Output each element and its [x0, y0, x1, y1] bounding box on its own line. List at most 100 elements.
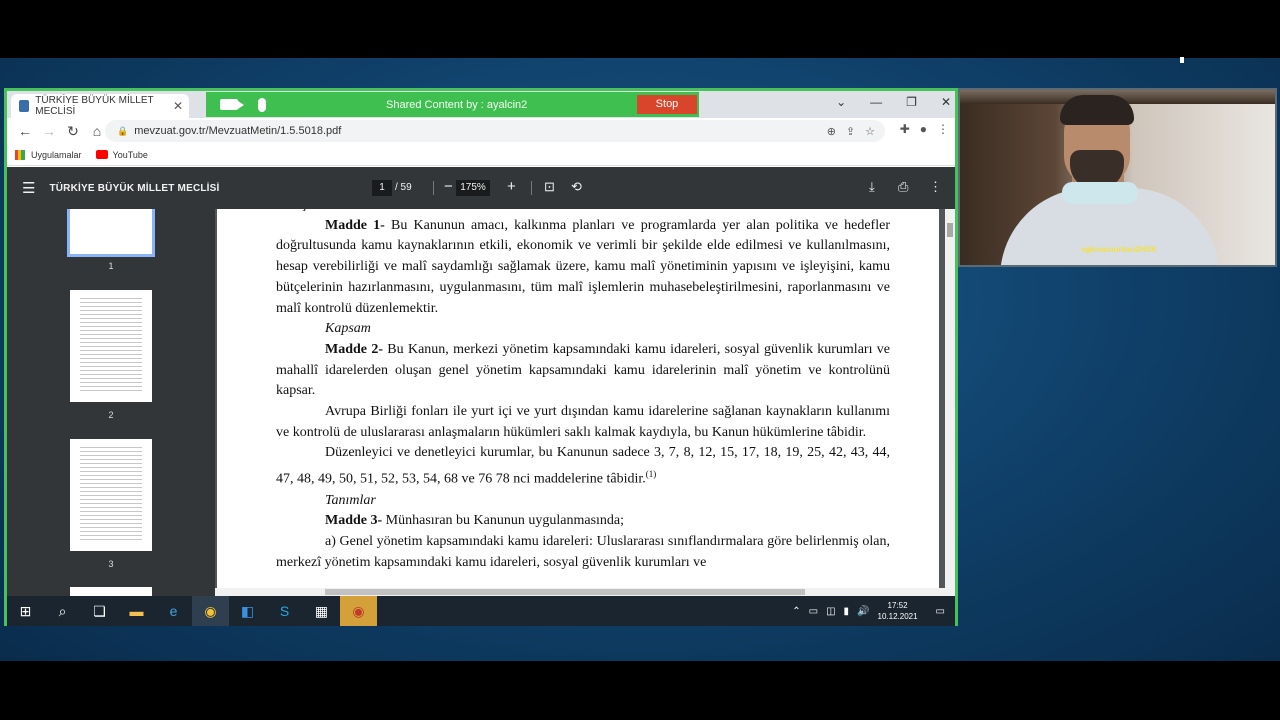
participant-name: sgkmamurhan2HSK [1080, 245, 1157, 254]
vertical-scrollbar[interactable] [945, 209, 955, 596]
window-controls: ⌄ — ❐ ✕ [836, 95, 951, 109]
bookmark-apps[interactable]: Uygulamalar [15, 149, 82, 160]
microphone-tray-icon[interactable]: ▮ [844, 606, 850, 617]
bookmarks-bar: Uygulamalar YouTube [7, 144, 955, 166]
microphone-icon[interactable] [258, 97, 266, 112]
letterbox-bottom [0, 661, 1280, 720]
person-hair [1060, 95, 1134, 125]
shared-content-text: Shared Content by : ayalcin2 [386, 98, 528, 111]
webcam-video: sgkmamurhan2HSK [958, 88, 1277, 267]
address-bar[interactable]: 🔒 mevzuat.gov.tr/MevzuatMetin/1.5.5018.p… [105, 120, 885, 142]
reload-icon[interactable]: ↻ [61, 123, 85, 140]
face-mask [1062, 182, 1138, 204]
bookmark-star-icon[interactable]: ☆ [865, 125, 875, 138]
bookmark-label: YouTube [112, 149, 148, 160]
minimize-icon[interactable]: — [870, 95, 882, 109]
document-paragraph: a) Genel yönetim kapsamındaki kamu idare… [276, 532, 890, 573]
file-explorer-icon[interactable]: ▬ [118, 596, 155, 626]
pdf-body: 1 2 3 Amaç Madde 1- Bu Kanunun amacı, kal… [7, 209, 955, 596]
notifications-icon[interactable]: ▭ [936, 606, 945, 617]
volume-icon[interactable]: 🔊 [857, 606, 869, 617]
thumbnail-sidebar[interactable]: 1 2 3 [7, 209, 215, 596]
pdf-title: TÜRKİYE BÜYÜK MİLLET MECLİSİ [49, 182, 220, 194]
page-thumbnail[interactable] [67, 209, 155, 257]
extensions-icon[interactable]: ✚ [900, 122, 910, 136]
profile-icon[interactable]: ● [920, 122, 927, 136]
zoom-input[interactable]: 175% [456, 180, 490, 196]
document-text-run: Düzenleyici ve denetleyici kurumlar, bu … [276, 445, 890, 487]
document-text-run: Kapsam [325, 321, 371, 337]
pdf-toolbar: ☰ TÜRKİYE BÜYÜK MİLLET MECLİSİ 1 / 59 − … [7, 167, 955, 209]
fit-page-icon[interactable]: ⊡ [544, 179, 555, 195]
clock-date: 10.12.2021 [877, 612, 918, 621]
document-text-run: (1) [645, 469, 657, 480]
browser-toolbar: ← → ↻ ⌂ 🔒 mevzuat.gov.tr/MevzuatMetin/1.… [7, 118, 955, 144]
page-thumbnail[interactable] [70, 439, 152, 551]
browser-tab[interactable]: TÜRKİYE BÜYÜK MİLLET MECLİSİ ✕ [11, 94, 189, 118]
wifi-icon[interactable]: ◫ [826, 606, 835, 617]
lock-icon: 🔒 [117, 125, 129, 136]
document-paragraph: Madde 3- Münhasıran bu Kanunun uygulanma… [276, 511, 890, 532]
close-window-icon[interactable]: ✕ [941, 95, 951, 109]
close-tab-icon[interactable]: ✕ [173, 99, 183, 113]
outlook-icon[interactable]: ◧ [229, 596, 266, 626]
page-thumbnail[interactable] [70, 290, 152, 402]
share-icon[interactable]: ⇪ [846, 125, 855, 138]
clock[interactable]: 17:52 10.12.2021 [878, 600, 918, 622]
menu-icon[interactable]: ⋮ [937, 122, 949, 136]
system-tray: ⌃ ▭ ◫ ▮ 🔊 17:52 10.12.2021 ▭ [792, 596, 945, 626]
screen: TÜRKİYE BÜYÜK MİLLET MECLİSİ ✕ Shared Co… [0, 0, 1280, 720]
stop-sharing-button[interactable]: Stop [637, 95, 697, 114]
url-text: mevzuat.gov.tr/MevzuatMetin/1.5.5018.pdf [134, 125, 342, 137]
document-text: Amaç Madde 1- Bu Kanunun amacı, kalkınma … [276, 209, 890, 573]
bookmark-youtube[interactable]: YouTube [95, 149, 148, 160]
shared-window: TÜRKİYE BÜYÜK MİLLET MECLİSİ ✕ Shared Co… [4, 88, 958, 626]
tab-title: TÜRKİYE BÜYÜK MİLLET MECLİSİ [35, 95, 154, 117]
calculator-icon[interactable]: ▦ [303, 596, 340, 626]
scrollbar-thumb[interactable] [325, 589, 805, 595]
document-text-run: Tanımlar [325, 492, 376, 508]
document-text-run: Münhasıran bu Kanunun uygulanmasında; [382, 513, 625, 529]
document-paragraph: Madde 1- Bu Kanunun amacı, kalkınma plan… [276, 216, 890, 320]
document-paragraph: Düzenleyici ve denetleyici kurumlar, bu … [276, 443, 890, 490]
zoom-in-icon[interactable]: + [507, 178, 516, 196]
scrollbar-thumb[interactable] [947, 223, 953, 237]
chrome-icon[interactable]: ◉ [192, 596, 229, 626]
tray-overflow-icon[interactable]: ⌃ [792, 606, 800, 617]
network-icon[interactable]: ▭ [809, 606, 818, 617]
pdf-page-view[interactable]: Amaç Madde 1- Bu Kanunun amacı, kalkınma … [215, 209, 955, 596]
divider [531, 181, 532, 195]
pdf-page: Amaç Madde 1- Bu Kanunun amacı, kalkınma … [217, 209, 939, 589]
internet-explorer-icon[interactable]: e [155, 596, 192, 626]
search-icon[interactable]: ⌕ [44, 596, 81, 626]
more-options-icon[interactable]: ⋮ [929, 179, 942, 195]
page-total: / 59 [395, 182, 412, 193]
restore-icon[interactable]: ❐ [906, 95, 917, 109]
page-thumbnail[interactable] [70, 587, 152, 596]
camera-icon[interactable] [220, 99, 244, 110]
thumbnail-label: 3 [108, 559, 114, 569]
rotate-icon[interactable]: ⟲ [571, 179, 582, 195]
thumbnail-text-lines [80, 447, 142, 543]
zoom-icon[interactable]: ⊕ [827, 125, 836, 138]
back-icon[interactable]: ← [13, 123, 37, 139]
share-banner: Shared Content by : ayalcin2 Stop [206, 92, 699, 117]
document-text-run: Madde 2- [325, 341, 383, 357]
skype-icon[interactable]: S [266, 596, 303, 626]
horizontal-scrollbar[interactable] [215, 588, 955, 596]
start-icon[interactable]: ⊞ [7, 596, 44, 626]
page-number-input[interactable]: 1 [372, 180, 392, 196]
browser-tab-bar: TÜRKİYE BÜYÜK MİLLET MECLİSİ ✕ Shared Co… [7, 91, 955, 118]
thumbnail-label: 2 [108, 410, 114, 420]
apps-grid-icon [15, 149, 25, 160]
zoom-out-icon[interactable]: − [444, 178, 453, 196]
sidebar-menu-icon[interactable]: ☰ [22, 179, 35, 197]
task-view-icon[interactable]: ❏ [81, 596, 118, 626]
forward-icon[interactable]: → [37, 123, 61, 139]
recording-app-icon[interactable]: ◉ [340, 596, 377, 626]
bookmark-label: Uygulamalar [31, 149, 82, 160]
clock-time: 17:52 [887, 601, 908, 610]
tab-search-icon[interactable]: ⌄ [836, 95, 846, 109]
print-icon[interactable]: ⎙ [898, 179, 908, 195]
download-icon[interactable]: ⤓ [869, 179, 875, 195]
